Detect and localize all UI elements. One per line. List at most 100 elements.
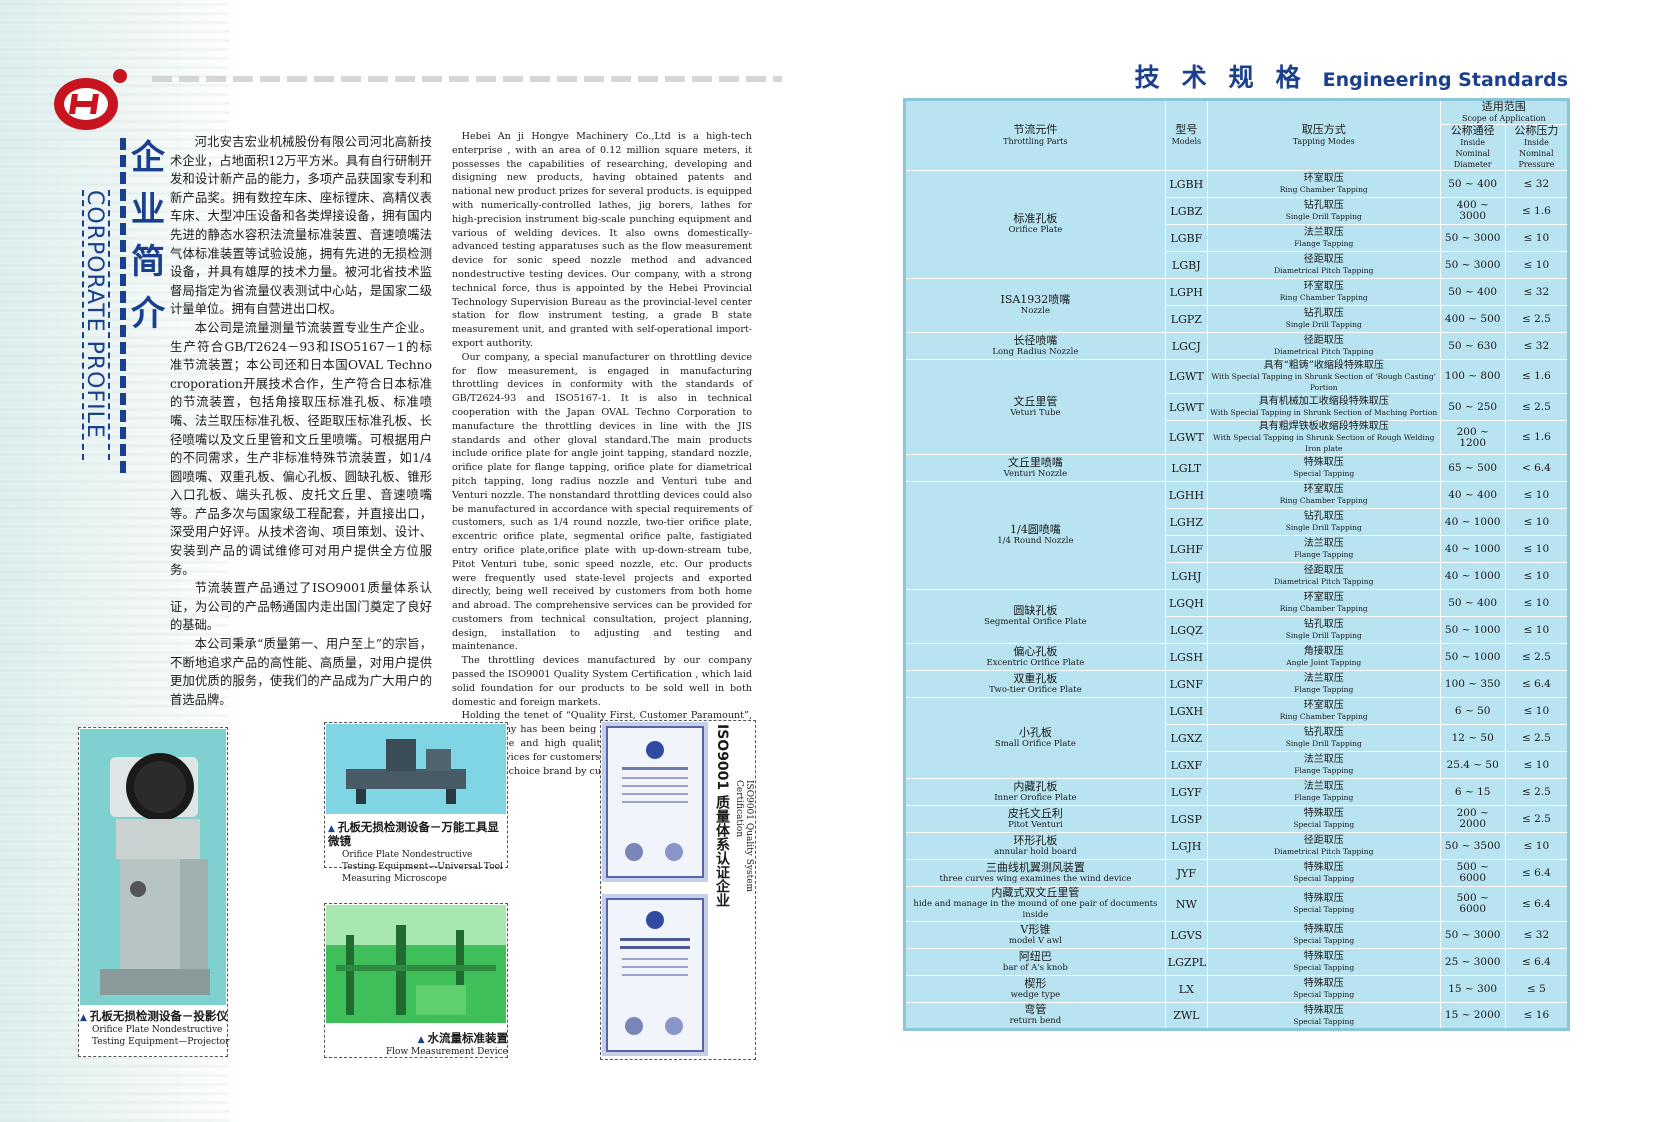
part-name-cell: 环形孔板 annular hold board — [904, 832, 1166, 860]
diameter-cell: 50 ~ 400 — [1439, 278, 1506, 306]
table-row: 1/4圆喷嘴 1/4 Round Nozzle LGHH 环室取压 Ring Chamb… — [904, 481, 1570, 590]
tapping-cell: 法兰取压 Flange Tapping — [1206, 535, 1441, 563]
model-cell: ZWL — [1164, 1002, 1208, 1030]
model-cell: LGWT — [1164, 393, 1208, 421]
tapping-cell: 特殊取压 Special Tapping — [1206, 975, 1441, 1003]
tapping-cell: 径距取压 Diametrical Pitch Tapping — [1206, 832, 1441, 860]
model-cell: LGLT — [1164, 454, 1208, 482]
model-cell: LGPH — [1164, 278, 1208, 306]
part-name-cell: 弯管 return bend — [904, 1002, 1166, 1030]
part-name-cell: 皮托文丘利 Pitot Venturi — [904, 805, 1166, 833]
tapping-cell: 环室取压 Ring Chamber Tapping — [1206, 278, 1441, 306]
caption-en: Orifice Plate Nondestructive Testing Equ… — [92, 1025, 230, 1047]
company-logo-icon — [54, 69, 127, 130]
en-paragraph: Hebei An ji Hongye Machinery Co.,Ltd is … — [452, 131, 752, 349]
caption-cn: 孔板无损检测设备－投影仪 — [89, 1009, 228, 1023]
triangle-icon: ▲ — [80, 1013, 87, 1023]
header-models: 型号 Models — [1164, 99, 1208, 171]
header-parts: 节流元件 Throttling Parts — [904, 99, 1166, 171]
diameter-cell: 40 ~ 1000 — [1439, 508, 1506, 536]
table-row: 内藏孔板 Inner Orofice Plate LGYF 法兰取压 Flange Ta… — [904, 778, 1570, 806]
model-cell: LGHH — [1164, 481, 1208, 509]
model-cell: LGNF — [1164, 670, 1208, 698]
pressure-cell: ≤ 10 — [1504, 562, 1570, 590]
part-name-cell: 内藏式双文丘里管 hide and manage in the mound of … — [904, 886, 1166, 922]
table-row: 偏心孔板 Excentric Orifice Plate LGSH 角接取压 Angle… — [904, 643, 1570, 671]
pressure-cell: ≤ 2.5 — [1504, 643, 1570, 671]
model-cell: LGQZ — [1164, 616, 1208, 644]
pressure-cell: ≤ 16 — [1504, 1002, 1570, 1030]
diameter-cell: 400 ~ 500 — [1439, 305, 1506, 333]
model-cell: LX — [1164, 975, 1208, 1003]
table-row: 标准孔板 Orifice Plate LGBH 环室取压 Ring Chamber Ta… — [904, 170, 1570, 279]
microscope-caption: ▲ 孔板无损检测设备－万能工具显微镜 Orifice Plate Nondestr… — [328, 821, 508, 885]
certificate-caption: ISO9001 质量体系认证企业 — [712, 724, 732, 954]
table-row: 皮托文丘利 Pitot Venturi LGSP 特殊取压 Special Tappin… — [904, 805, 1570, 833]
pressure-cell: ≤ 32 — [1504, 170, 1570, 198]
part-name-cell: 三曲线机翼测风装置 three curves wing examines the … — [904, 859, 1166, 887]
model-cell: LGHZ — [1164, 508, 1208, 536]
spec-table-body: 标准孔板 Orifice Plate LGBH 环室取压 Ring Chamber Ta… — [904, 170, 1570, 1030]
caption-cn: 孔板无损检测设备－万能工具显微镜 — [328, 820, 499, 848]
table-row: ISA1932喷嘴 Nozzle LGPH 环室取压 Ring Chamber Tapp… — [904, 278, 1570, 333]
model-cell: LGWT — [1164, 420, 1208, 455]
pressure-cell: ≤ 10 — [1504, 751, 1570, 779]
model-cell: LGPZ — [1164, 305, 1208, 333]
pressure-cell: ≤ 10 — [1504, 481, 1570, 509]
pressure-cell: ≤ 10 — [1504, 832, 1570, 860]
header-dash-line — [152, 76, 782, 82]
model-cell: LGQH — [1164, 589, 1208, 617]
right-page: 技术规格Engineering Standards 节流元件 Throttlin… — [800, 0, 1654, 1122]
part-name-cell: 1/4圆喷嘴 1/4 Round Nozzle — [904, 481, 1166, 590]
model-cell: LGXF — [1164, 751, 1208, 779]
diameter-cell: 50 ~ 3500 — [1439, 832, 1506, 860]
table-row: 文丘里喷嘴 Venturi Nozzle LGLT 特殊取压 Special Tappi… — [904, 454, 1570, 482]
diameter-cell: 50 ~ 630 — [1439, 332, 1506, 360]
tapping-cell: 法兰取压 Flange Tapping — [1206, 751, 1441, 779]
title-en: Engineering Standards — [1322, 69, 1568, 91]
flow-caption: ▲ 水流量标准装置 Flow Measurement Device — [330, 1032, 508, 1058]
pressure-cell: ≤ 1.6 — [1504, 359, 1570, 394]
pressure-cell: ≤ 10 — [1504, 616, 1570, 644]
left-page: 企业简介 CORPORATE PROFILE 河北安吉宏业机械股份有限公司河北高… — [0, 0, 800, 1122]
tapping-cell: 特殊取压 Special Tapping — [1206, 1002, 1441, 1030]
diameter-cell: 65 ~ 500 — [1439, 454, 1506, 482]
header-tapping: 取压方式 Tapping Modes — [1206, 99, 1441, 171]
diameter-cell: 50 ~ 1000 — [1439, 643, 1506, 671]
part-name-cell: 长径喷嘴 Long Radius Nozzle — [904, 332, 1166, 360]
certificate-2-image — [602, 894, 708, 1056]
zh-paragraph: 本公司秉承“质量第一、用户至上”的宗旨，不断地追求产品的高性能、高质量，对用户提… — [170, 637, 432, 707]
intro-en-column: Hebei An ji Hongye Machinery Co.,Ltd is … — [452, 130, 752, 778]
tapping-cell: 环室取压 Ring Chamber Tapping — [1206, 170, 1441, 198]
microscope-photo — [326, 724, 506, 814]
diameter-cell: 40 ~ 1000 — [1439, 535, 1506, 563]
flow-device-photo — [326, 905, 506, 1023]
pressure-cell: ≤ 2.5 — [1504, 305, 1570, 333]
vertical-accent-bar — [120, 138, 126, 473]
table-row: 圆缺孔板 Segmental Orifice Plate LGQH 环室取压 Ring … — [904, 589, 1570, 644]
part-name-cell: 阿纽巴 bar of A's knob — [904, 948, 1166, 976]
diameter-cell: 50 ~ 400 — [1439, 589, 1506, 617]
diameter-cell: 100 ~ 350 — [1439, 670, 1506, 698]
table-row: 双重孔板 Two-tier Orifice Plate LGNF 法兰取压 Flange… — [904, 670, 1570, 698]
table-row: 楔形 wedge type LX 特殊取压 Special Tapping 15 ~ 30… — [904, 975, 1570, 1003]
tapping-cell: 环室取压 Ring Chamber Tapping — [1206, 589, 1441, 617]
model-cell: NW — [1164, 886, 1208, 922]
tapping-cell: 钻孔取压 Single Drill Tapping — [1206, 197, 1441, 225]
model-cell: LGSH — [1164, 643, 1208, 671]
tapping-cell: 具有粗焊铁板收缩段特殊取压 With Special Tapping in Shr… — [1206, 420, 1441, 455]
pressure-cell: ≤ 2.5 — [1504, 724, 1570, 752]
model-cell: LGBH — [1164, 170, 1208, 198]
diameter-cell: 200 ~ 1200 — [1439, 420, 1506, 455]
pressure-cell: ≤ 2.5 — [1504, 805, 1570, 833]
part-name-cell: 偏心孔板 Excentric Orifice Plate — [904, 643, 1166, 671]
diameter-cell: 6 ~ 15 — [1439, 778, 1506, 806]
tapping-cell: 特殊取压 Special Tapping — [1206, 948, 1441, 976]
part-name-cell: 文丘里喷嘴 Venturi Nozzle — [904, 454, 1166, 482]
heading-en-vertical: CORPORATE PROFILE — [82, 190, 110, 460]
spec-table: 节流元件 Throttling Parts 型号 Models 取压方式 Tap… — [903, 98, 1570, 1031]
table-row: 文丘里管 Veturi Tube LGWT 具有“粗铸”收缩段特殊取压 With Spe… — [904, 359, 1570, 455]
tapping-cell: 特殊取压 Special Tapping — [1206, 805, 1441, 833]
diameter-cell: 50 ~ 250 — [1439, 393, 1506, 421]
header-diameter: 公称通径 Inside Nominal Diameter — [1439, 124, 1506, 171]
